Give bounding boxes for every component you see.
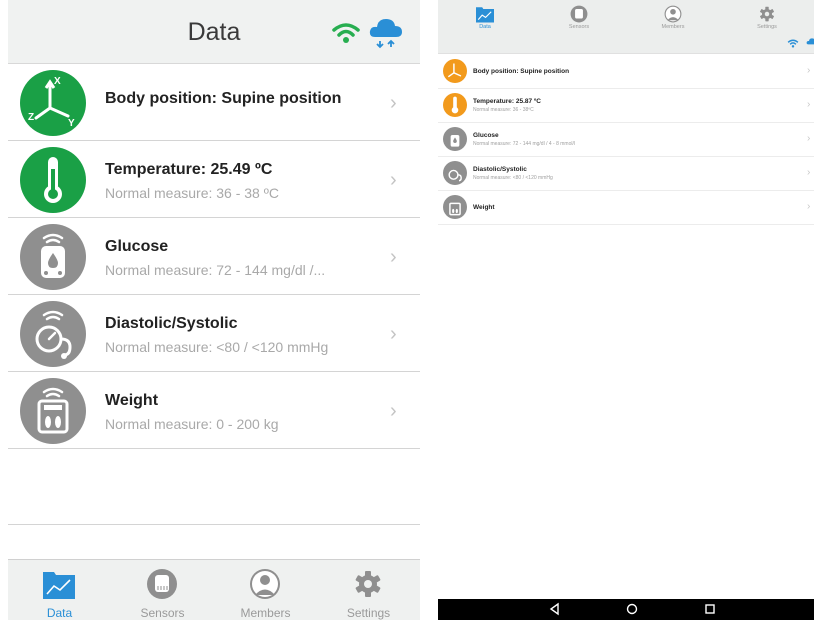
sensor-icon xyxy=(570,5,588,23)
list-item-blood-pressure[interactable]: Diastolic/Systolic Normal measure: <80 /… xyxy=(438,157,814,191)
thermometer-icon xyxy=(20,147,86,213)
list-item-subtitle: Normal measure: <80 / <120 mmHg xyxy=(473,175,553,181)
list-item-title: Glucose xyxy=(105,238,169,255)
list-item-subtitle: Normal measure: 36 - 38ºC xyxy=(473,107,534,113)
person-icon xyxy=(664,5,682,23)
scale-icon xyxy=(20,378,86,444)
tab-sensors[interactable]: Sensors xyxy=(111,560,214,620)
wifi-icon xyxy=(332,23,360,43)
list-item-title: Diastolic/Systolic xyxy=(473,166,527,173)
list-item-body-position[interactable]: X Z Y Body position: Supine position › xyxy=(8,64,420,141)
chevron-right-icon: › xyxy=(807,99,811,110)
list-item-glucose[interactable]: Glucose Normal measure: 72 - 144 mg/dl /… xyxy=(8,218,420,295)
svg-text:X: X xyxy=(54,76,61,87)
tab-label: Settings xyxy=(346,606,391,620)
list-item-body-position[interactable]: Body position: Supine position › xyxy=(438,55,814,89)
android-screen: Data Sensors Members Settings Body posit… xyxy=(438,0,814,620)
tab-settings[interactable]: Settings xyxy=(317,560,420,620)
tab-label: Data xyxy=(46,606,73,620)
status-strip xyxy=(438,34,814,54)
scale-icon xyxy=(443,195,467,219)
gear-icon xyxy=(760,6,774,22)
tab-label: Sensors xyxy=(140,606,185,620)
person-icon xyxy=(250,569,280,599)
tab-data[interactable]: Data xyxy=(8,560,111,620)
divider xyxy=(8,524,420,525)
tab-label: Members xyxy=(240,606,291,620)
list-item-glucose[interactable]: Glucose Normal measure: 72 - 144 mg/dl /… xyxy=(438,123,814,157)
svg-text:Y: Y xyxy=(68,118,75,129)
recents-icon[interactable] xyxy=(702,602,718,616)
home-icon[interactable] xyxy=(624,602,640,616)
chevron-right-icon: › xyxy=(390,323,397,345)
list-item-temperature[interactable]: Temperature: 25.87 ºC Normal measure: 36… xyxy=(438,89,814,123)
list-item-title: Temperature: 25.87 ºC xyxy=(473,98,542,105)
tab-label: Settings xyxy=(757,24,777,30)
chevron-right-icon: › xyxy=(807,201,811,212)
ios-screen: Data X Z Y Body position: Supine positio… xyxy=(8,0,420,620)
chevron-right-icon: › xyxy=(390,400,397,422)
list-item-title: Weight xyxy=(105,392,159,409)
tab-label: Sensors xyxy=(568,24,590,30)
cloud-sync-icon[interactable] xyxy=(369,15,403,51)
tab-bar: Data Sensors Members Settings xyxy=(8,559,420,620)
axes-icon: X Z Y xyxy=(20,70,86,136)
list-item-title: Glucose xyxy=(473,132,499,139)
chart-icon xyxy=(476,7,494,23)
blood-pressure-icon xyxy=(20,301,86,367)
cloud-sync-icon[interactable] xyxy=(806,37,814,49)
axes-icon xyxy=(443,59,467,83)
glucometer-icon xyxy=(20,224,86,290)
svg-text:Z: Z xyxy=(28,112,34,123)
tab-label: Members xyxy=(661,24,685,30)
list-item-subtitle: Normal measure: 0 - 200 kg xyxy=(105,416,279,432)
tab-members[interactable]: Members xyxy=(626,0,720,34)
tab-members[interactable]: Members xyxy=(214,560,317,620)
list-item-title: Diastolic/Systolic xyxy=(105,315,238,332)
tab-label: Data xyxy=(479,24,491,30)
chevron-right-icon: › xyxy=(807,133,811,144)
list-item-weight[interactable]: Weight Normal measure: 0 - 200 kg › xyxy=(8,372,420,449)
sensor-icon xyxy=(147,569,177,599)
list-item-title: Temperature: 25.49 ºC xyxy=(105,161,273,178)
list-item-blood-pressure[interactable]: Diastolic/Systolic Normal measure: <80 /… xyxy=(8,295,420,372)
data-list: Body position: Supine position › Tempera… xyxy=(438,55,814,225)
chevron-right-icon: › xyxy=(390,92,397,114)
list-item-subtitle: Normal measure: 36 - 38 ºC xyxy=(105,185,279,201)
list-item-title: Body position: Supine position xyxy=(105,90,342,107)
gear-icon xyxy=(355,571,381,597)
list-item-weight[interactable]: Weight › xyxy=(438,191,814,225)
list-item-title: Body position: Supine position xyxy=(473,68,570,75)
tab-bar: Data Sensors Members Settings xyxy=(438,0,814,34)
tab-sensors[interactable]: Sensors xyxy=(532,0,626,34)
chevron-right-icon: › xyxy=(390,169,397,191)
ios-nav-bar: Data xyxy=(8,0,420,64)
list-item-title: Weight xyxy=(473,204,495,211)
list-item-subtitle: Normal measure: <80 / <120 mmHg xyxy=(105,339,329,355)
chevron-right-icon: › xyxy=(807,65,811,76)
thermometer-icon xyxy=(443,93,467,117)
wifi-icon xyxy=(787,39,799,48)
data-list: X Z Y Body position: Supine position › T… xyxy=(8,64,420,449)
list-item-subtitle: Normal measure: 72 - 144 mg/dl / 4 - 8 m… xyxy=(473,141,575,147)
system-nav-bar xyxy=(438,599,814,620)
tab-data[interactable]: Data xyxy=(438,0,532,34)
chart-icon xyxy=(43,572,75,599)
list-item-temperature[interactable]: Temperature: 25.49 ºC Normal measure: 36… xyxy=(8,141,420,218)
blood-pressure-icon xyxy=(443,161,467,185)
chevron-right-icon: › xyxy=(807,167,811,178)
glucometer-icon xyxy=(443,127,467,151)
list-item-subtitle: Normal measure: 72 - 144 mg/dl /... xyxy=(105,262,326,278)
back-icon[interactable] xyxy=(547,602,563,616)
chevron-right-icon: › xyxy=(390,246,397,268)
tab-settings[interactable]: Settings xyxy=(720,0,814,34)
